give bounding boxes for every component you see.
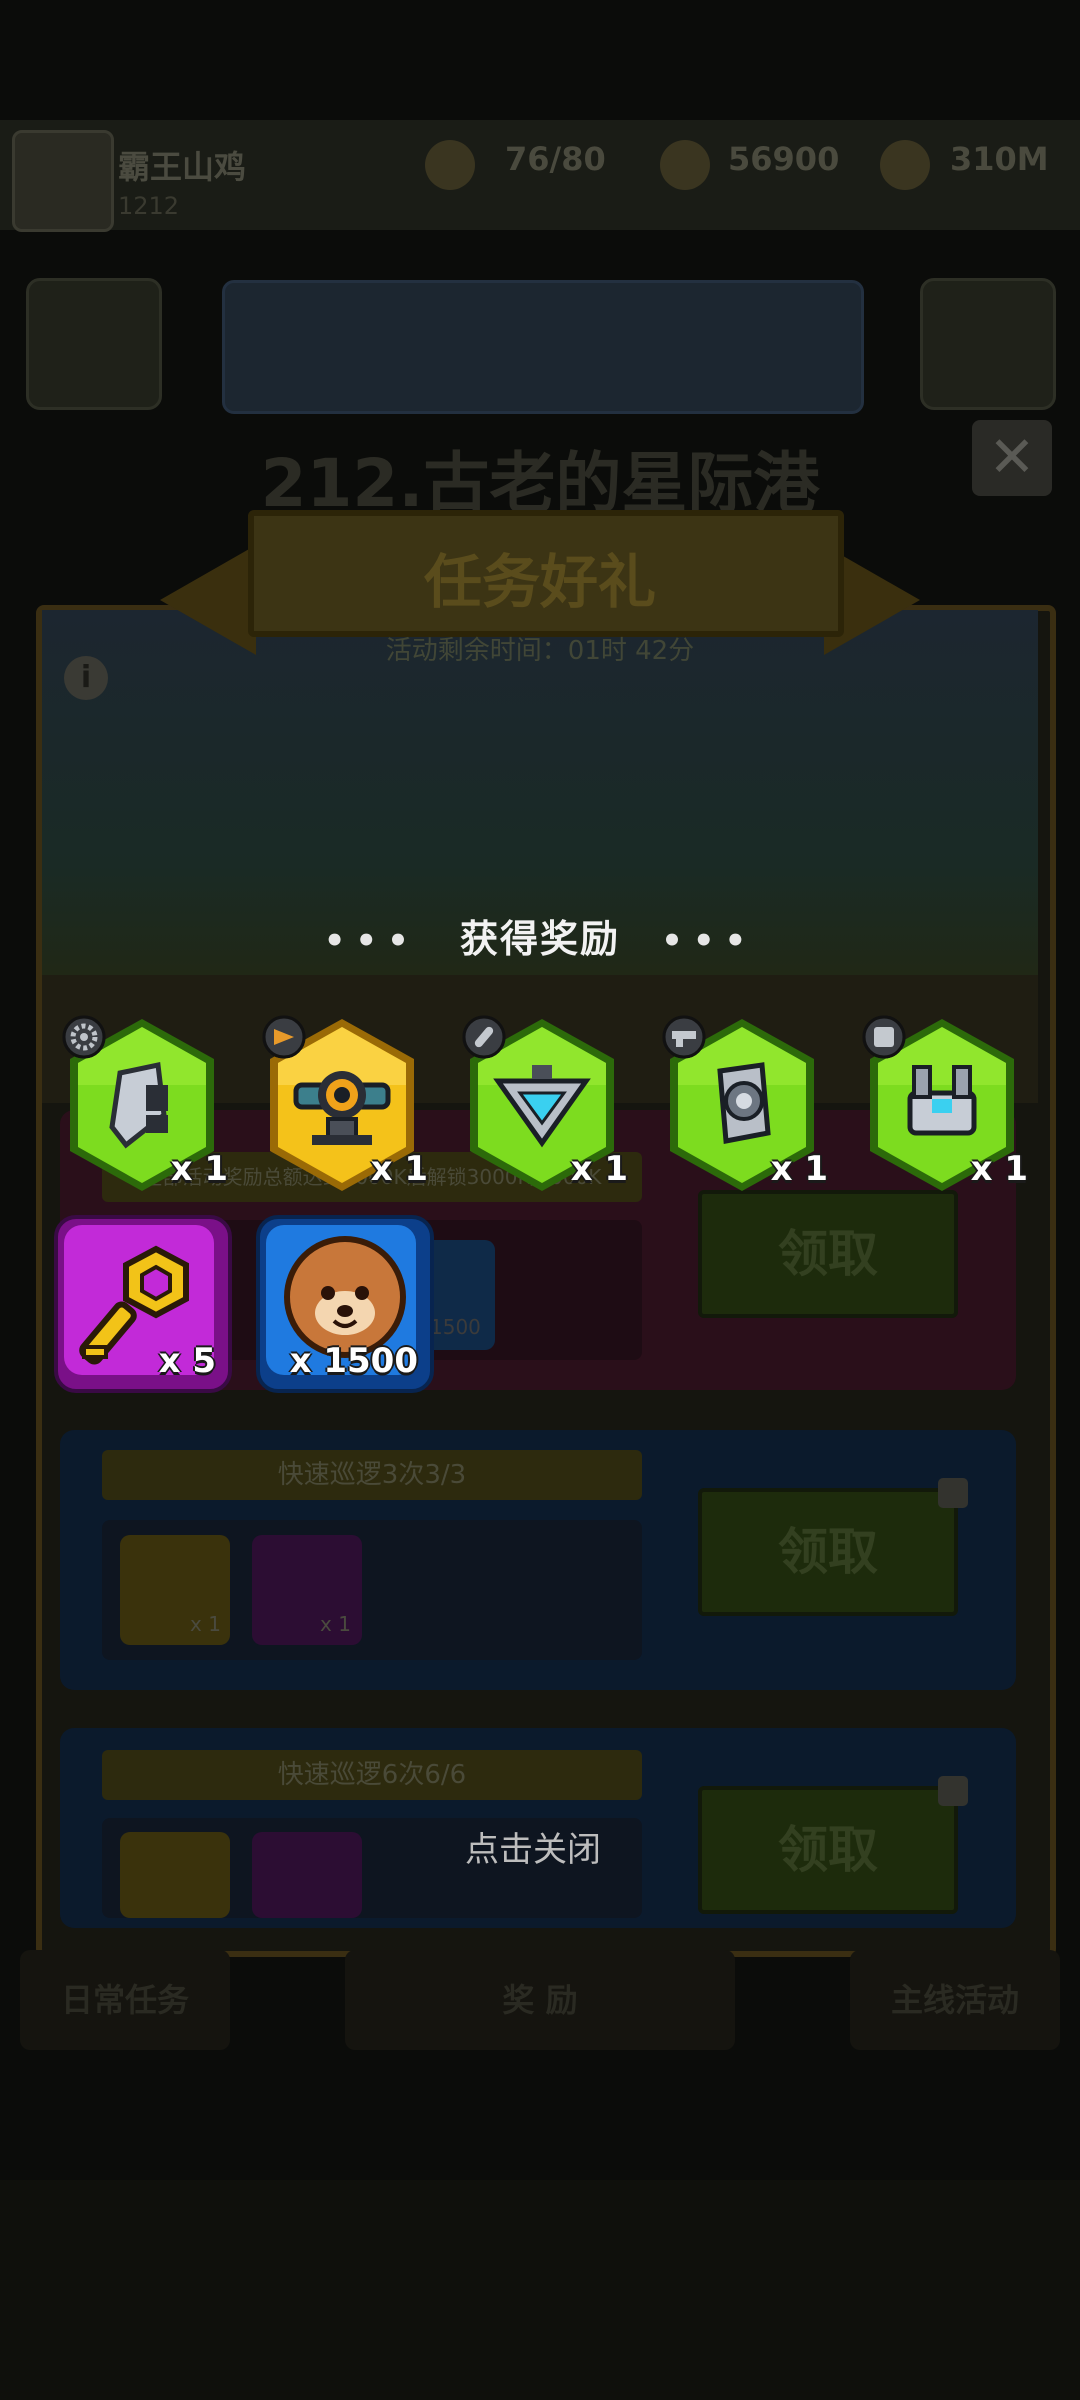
rewards-tab[interactable]: 奖 励 [345,1950,735,2050]
avatar[interactable] [12,130,114,232]
claim-button[interactable]: 领取 [698,1786,958,1914]
reward-title: 获得奖励 [459,917,620,961]
chest-mini-item [120,1832,230,1918]
gem-icon [880,140,930,190]
reward-header: ••• 获得奖励 ••• [0,908,1080,968]
tap-to-close-hint[interactable]: 点击关闭 [465,1822,601,1871]
profile-button[interactable] [920,278,1056,410]
dots-right-icon: ••• [661,921,757,961]
bullet-badge-icon [462,1015,506,1059]
reward-tile[interactable]: x 1 [862,1015,1028,1195]
drill-badge-icon [262,1015,306,1059]
dots-left-icon: ••• [323,921,419,961]
claim-button[interactable]: 领取 [698,1488,958,1616]
reward-count: x 1 [770,1149,828,1189]
reward-tile[interactable]: x 1 [62,1015,228,1195]
lock-icon [938,1478,968,1508]
menu-button[interactable] [26,278,162,410]
reward-count: x 1 [370,1149,428,1189]
main-event-tab[interactable]: 主线活动 [850,1950,1060,2050]
shield-part-icon [109,1061,168,1149]
reward-count: x 1 [170,1149,228,1189]
task-title: 快速巡逻6次6/6 [102,1750,642,1800]
bottom-dock [0,2180,1080,2400]
event-time-remaining: 活动剩余时间：01时 42分 [385,636,695,666]
chapter-banner [222,280,864,414]
energy-icon [425,140,475,190]
task-item-count: 1500 [430,1315,481,1339]
key-mini-item [252,1832,362,1918]
event-title: 任务好礼 [423,548,656,616]
info-icon[interactable]: i [64,656,108,700]
claim-button[interactable]: 领取 [698,1190,958,1318]
player-name: 霸王山鸡 [118,148,247,186]
gem-value: 310M [950,140,1049,178]
armor-badge-icon [862,1015,906,1059]
item-count: x 1500 [289,1341,418,1381]
reward-count: x 1 [970,1149,1028,1189]
reward-item-tile[interactable]: x 5 [54,1215,232,1393]
item-count: x 1 [190,1612,221,1636]
reward-tile[interactable]: x 1 [262,1015,428,1195]
lock-icon [938,1776,968,1806]
energy-value: 76/80 [505,140,606,178]
item-count: x 1 [320,1612,351,1636]
reward-tile[interactable]: x 1 [462,1015,628,1195]
gear-badge-icon [62,1015,106,1059]
reward-item-tile[interactable]: x 1500 [256,1215,434,1393]
daily-tasks-tab[interactable]: 日常任务 [20,1950,230,2050]
reward-count: x 1 [570,1149,628,1189]
player-level: 1212 [118,192,180,220]
item-count: x 5 [158,1341,216,1381]
coin-value: 56900 [728,140,840,178]
close-icon[interactable]: ✕ [972,420,1052,496]
reward-tile[interactable]: x 1 [662,1015,828,1195]
background-game-ui: 霸王山鸡 1212 76/80 56900 310M 212.古老的星际港 ✕ … [0,0,1080,2400]
gun-badge-icon [662,1015,706,1059]
coin-icon [660,140,710,190]
task-title: 快速巡逻3次3/3 [102,1450,642,1500]
cylinder-barrel-icon [717,1062,771,1144]
